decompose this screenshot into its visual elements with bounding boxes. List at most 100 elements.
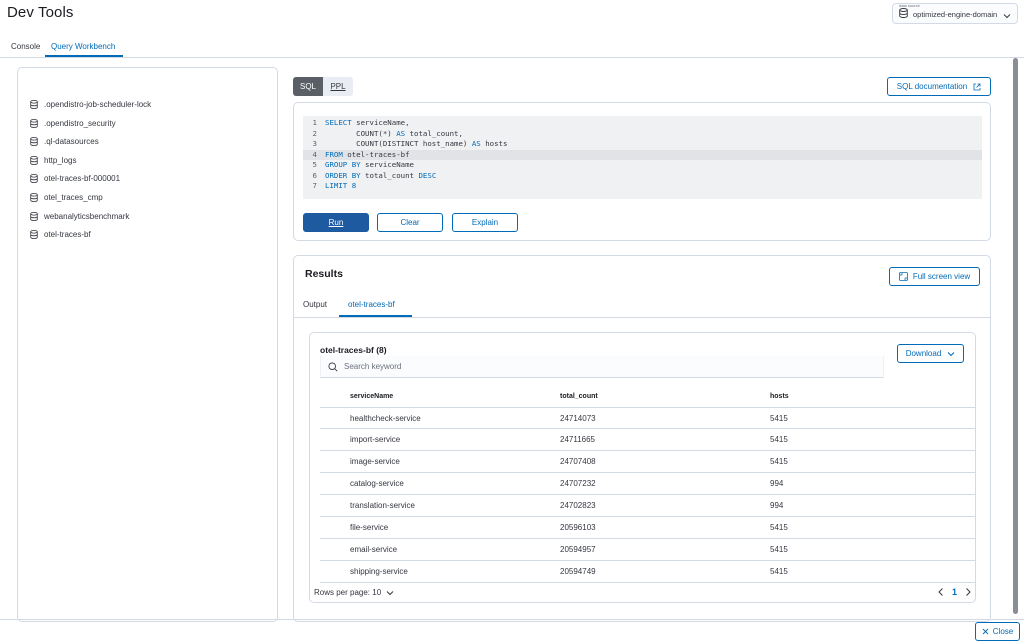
code-line-text: FROM otel-traces-bf: [321, 150, 410, 161]
close-icon: [982, 628, 989, 635]
table-cell-total-count: 20594957: [560, 545, 596, 554]
table-cell-servicename: import-service: [350, 435, 401, 444]
close-label: Close: [992, 627, 1014, 636]
index-tree-item-label: .opendistro-job-scheduler-lock: [44, 100, 152, 109]
sql-documentation-button[interactable]: SQL documentation: [887, 77, 991, 96]
language-toggle: SQL PPL: [293, 77, 353, 96]
code-line[interactable]: 7 LIMIT 8: [303, 181, 982, 192]
code-line-text: GROUP BY serviceName: [321, 160, 414, 171]
index-tree-panel: [17, 67, 278, 622]
table-row: email-service 20594957 5415: [320, 539, 976, 561]
tab-otel-traces-bf[interactable]: otel-traces-bf: [348, 300, 395, 309]
code-line[interactable]: 6 ORDER BY total_count DESC: [303, 171, 982, 182]
table-cell-total-count: 24714073: [560, 414, 596, 423]
table-row: image-service 24707408 5415: [320, 451, 976, 473]
index-tree-item[interactable]: .ql-datasources: [30, 137, 99, 146]
index-tree-item[interactable]: otel-traces-bf-000001: [30, 174, 120, 183]
current-page-number[interactable]: 1: [952, 587, 957, 597]
code-line[interactable]: 3 COUNT(DISTINCT host_name) AS hosts: [303, 139, 982, 150]
search-input[interactable]: Search keyword: [320, 356, 884, 378]
table-cell-servicename: file-service: [350, 523, 389, 532]
index-tree-item-label: http_logs: [44, 155, 77, 165]
database-icon: [30, 230, 44, 240]
clear-button[interactable]: Clear: [377, 213, 443, 232]
main-tabs: Console Query Workbench: [0, 40, 1024, 58]
sql-keyword: ORDER BY: [325, 170, 361, 180]
index-tree-item[interactable]: otel-traces-bf: [30, 230, 91, 239]
sql-keyword: LIMIT: [325, 181, 348, 190]
column-header-servicename[interactable]: serviceName: [350, 393, 393, 400]
sql-token: hosts: [480, 139, 508, 148]
line-number: 1: [312, 118, 317, 127]
table-cell-hosts: 5415: [770, 457, 788, 466]
table-cell-total-count: 24702823: [560, 501, 596, 510]
tab-query-workbench[interactable]: Query Workbench: [51, 42, 115, 51]
sql-keyword: SELECT: [325, 118, 352, 127]
table-cell-hosts: 5415: [770, 414, 788, 423]
index-tree-item[interactable]: otel_traces_cmp: [30, 193, 103, 202]
scrollbar-thumb[interactable]: [1013, 58, 1018, 614]
table-cell-hosts: 5415: [770, 523, 788, 532]
page-scrollbar[interactable]: [1012, 58, 1019, 616]
code-line[interactable]: 2 COUNT(*) AS total_count,: [303, 129, 982, 140]
table-cell-total-count: 24707408: [560, 457, 596, 466]
table-cell-total-count: 20596103: [560, 523, 596, 532]
index-tree-item[interactable]: http_logs: [30, 156, 76, 165]
sql-token: serviceName,: [351, 118, 410, 127]
next-page-icon[interactable]: [964, 587, 972, 599]
table-cell-total-count: 24707232: [560, 479, 596, 488]
code-line-text: ORDER BY total_count DESC: [321, 171, 436, 182]
sql-keyword: AS: [471, 139, 481, 148]
table-cell-servicename: shipping-service: [350, 567, 408, 576]
code-line[interactable]: 5 GROUP BY serviceName: [303, 160, 982, 171]
line-number: 5: [312, 160, 317, 169]
rows-per-page-selector[interactable]: Rows per page: 10: [314, 588, 394, 597]
sql-token: otel-traces-bf: [342, 149, 410, 159]
code-line[interactable]: 1 SELECT serviceName,: [303, 118, 982, 129]
sql-keyword: DESC: [418, 170, 437, 180]
code-line[interactable]: 4 FROM otel-traces-bf: [303, 149, 982, 161]
chevron-down-icon: [386, 589, 394, 597]
fullscreen-icon: [898, 272, 908, 281]
footer-divider: [0, 619, 1024, 620]
table-cell-hosts: 5415: [770, 435, 788, 444]
previous-page-icon[interactable]: [937, 587, 945, 599]
run-button[interactable]: Run: [303, 213, 369, 232]
database-icon: [30, 155, 44, 165]
datasource-caption: data source: [899, 3, 920, 8]
line-number: 7: [312, 181, 317, 190]
column-header-hosts[interactable]: hosts: [770, 393, 789, 400]
index-tree-item[interactable]: .opendistro_security: [30, 119, 116, 128]
line-number: 3: [312, 139, 317, 148]
index-tree-item[interactable]: webanalyticsbenchmark: [30, 212, 129, 221]
sql-documentation-label: SQL documentation: [896, 82, 968, 91]
sql-toggle-button[interactable]: SQL: [293, 77, 323, 96]
tab-output[interactable]: Output: [303, 300, 327, 309]
datasource-value: optimized-engine-domain: [913, 10, 998, 19]
database-icon: [899, 7, 908, 21]
sql-token: serviceName: [360, 160, 415, 169]
search-placeholder: Search keyword: [344, 362, 402, 371]
index-tree-item[interactable]: .opendistro-job-scheduler-lock: [30, 100, 151, 109]
sql-token: COUNT(DISTINCT host_name): [325, 139, 472, 148]
full-screen-button[interactable]: Full screen view: [889, 267, 980, 286]
explain-button[interactable]: Explain: [452, 213, 518, 232]
sql-keyword: FROM: [325, 149, 343, 159]
database-icon: [30, 100, 44, 109]
table-row: file-service 20596103 5415: [320, 517, 976, 539]
line-number: 6: [312, 170, 317, 180]
column-header-total-count[interactable]: total_count: [560, 393, 598, 400]
chevron-down-icon: [947, 350, 955, 358]
close-button[interactable]: Close: [975, 622, 1020, 641]
download-button[interactable]: Download: [897, 344, 964, 363]
code-line-text: COUNT(*) AS total_count,: [321, 129, 463, 140]
rows-per-page-label: Rows per page: 10: [314, 588, 382, 597]
table-row: import-service 24711665 5415: [320, 429, 976, 451]
datasource-selector[interactable]: data source optimized-engine-domain: [892, 3, 1018, 24]
sql-keyword: 8: [351, 181, 357, 190]
search-icon: [328, 361, 338, 372]
tab-console[interactable]: Console: [11, 42, 40, 51]
ppl-toggle-button[interactable]: PPL: [323, 77, 353, 96]
table-row: healthcheck-service 24714073 5415: [320, 407, 976, 429]
sql-code-editor[interactable]: 1 SELECT serviceName, 2 COUNT(*) AS total_…: [303, 116, 982, 199]
